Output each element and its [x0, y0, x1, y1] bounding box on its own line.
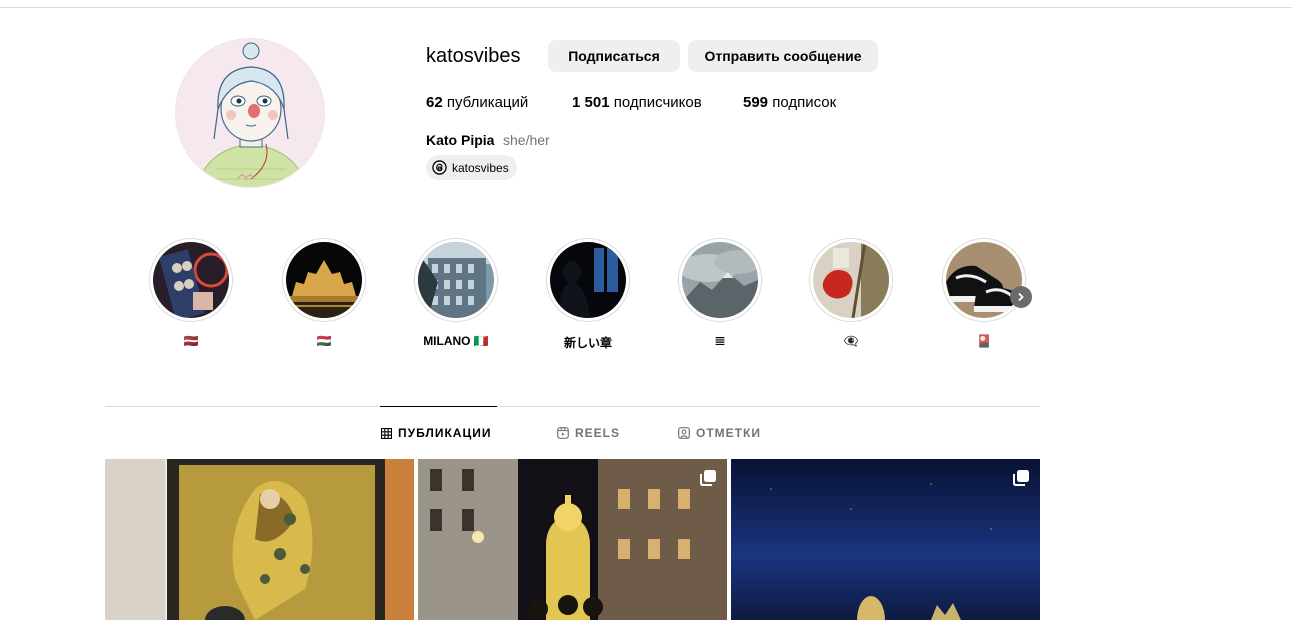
highlight-item[interactable]: 👁‍🗨 [809, 238, 893, 348]
highlight-label: 🎴 [976, 334, 992, 348]
followers-stat[interactable]: 1 501 подписчиков [572, 94, 702, 111]
active-tab-indicator [380, 406, 497, 407]
highlight-item[interactable]: 新しい章 [546, 238, 630, 350]
followers-count: 1 501 [572, 94, 610, 111]
tab-posts[interactable]: ПУБЛИКАЦИИ [381, 424, 491, 442]
highlights-next-button[interactable] [1010, 286, 1032, 308]
highlight-thumbnail [286, 242, 362, 318]
grid-icon [381, 427, 392, 439]
post-image [731, 459, 1040, 620]
send-message-button[interactable]: Отправить сообщение [688, 40, 878, 72]
highlight-ring[interactable] [678, 238, 762, 322]
threads-handle: katosvibes [452, 160, 509, 175]
post-image [105, 459, 414, 620]
posts-label: публикаций [446, 94, 529, 111]
tabs-divider [105, 406, 1040, 407]
post-thumbnail[interactable] [105, 459, 414, 620]
profile-full-name: Kato Pipia [426, 132, 495, 148]
highlight-item[interactable]: 🇭🇺 [282, 238, 366, 348]
highlight-item[interactable]: 🎴 [942, 238, 1026, 348]
highlight-thumbnail [418, 242, 494, 318]
highlight-item[interactable]: 𝌆 [678, 238, 762, 348]
tab-reels[interactable]: REELS [557, 424, 620, 442]
post-image [418, 459, 727, 620]
posts-count: 62 [426, 94, 443, 111]
profile-pronouns: she/her [503, 132, 550, 148]
highlight-thumbnail [946, 242, 1022, 318]
highlight-thumbnail [550, 242, 626, 318]
highlight-ring[interactable] [809, 238, 893, 322]
highlight-ring[interactable] [942, 238, 1026, 322]
following-count: 599 [743, 94, 769, 111]
highlight-thumbnail [153, 242, 229, 318]
highlight-item[interactable]: MILANO 🇮🇹 [414, 238, 498, 348]
posts-stat: 62 публикаций [426, 94, 528, 111]
profile-avatar[interactable] [175, 38, 325, 188]
highlight-label: 𝌆 [714, 334, 726, 348]
profile-username: katosvibes [426, 45, 521, 67]
post-thumbnail[interactable] [418, 459, 727, 620]
highlight-thumbnail [813, 242, 889, 318]
post-thumbnail[interactable] [731, 459, 1040, 620]
highlight-thumbnail [682, 242, 758, 318]
tab-tagged-label: ОТМЕТКИ [696, 426, 761, 440]
chevron-right-icon [1018, 292, 1024, 302]
threads-icon [432, 160, 447, 175]
top-divider [0, 7, 1292, 8]
following-stat[interactable]: 599 подписок [743, 94, 836, 111]
tab-reels-label: REELS [575, 426, 621, 440]
highlight-label: 🇭🇺 [316, 334, 332, 348]
highlight-item[interactable]: 🇱🇻 [149, 238, 233, 348]
highlight-ring[interactable] [282, 238, 366, 322]
highlight-ring[interactable] [149, 238, 233, 322]
threads-link[interactable]: katosvibes [426, 155, 517, 180]
tab-posts-label: ПУБЛИКАЦИИ [398, 426, 492, 440]
highlight-label: 新しい章 [563, 336, 612, 350]
highlight-label: MILANO 🇮🇹 [423, 334, 489, 348]
tab-tagged[interactable]: ОТМЕТКИ [678, 424, 761, 442]
avatar-illustration [176, 39, 324, 187]
multiple-photos-icon [1013, 470, 1029, 486]
follow-button[interactable]: Подписаться [548, 40, 680, 72]
highlight-label: 🇱🇻 [183, 334, 199, 348]
highlight-label: 👁‍🗨 [843, 334, 859, 348]
reels-icon [557, 427, 569, 439]
multiple-photos-icon [700, 470, 716, 486]
followers-label: подписчиков [613, 94, 702, 111]
tagged-icon [678, 427, 690, 439]
highlight-ring[interactable] [414, 238, 498, 322]
following-label: подписок [772, 94, 837, 111]
highlight-ring[interactable] [546, 238, 630, 322]
